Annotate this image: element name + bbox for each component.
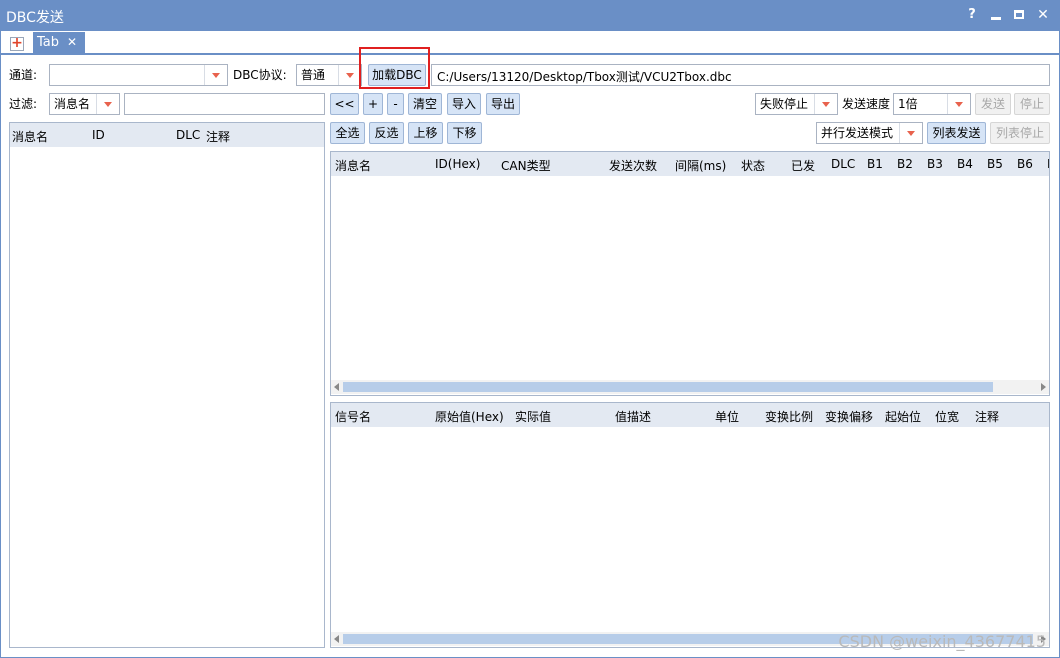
plus-icon: + — [11, 35, 23, 51]
chevron-down-icon — [814, 94, 837, 114]
remove-button[interactable]: - — [387, 93, 404, 115]
minimize-icon — [991, 17, 1001, 20]
column-header: ID — [92, 128, 105, 142]
chevron-down-icon — [899, 123, 922, 143]
chevron-down-icon — [338, 65, 361, 85]
send-mode-select[interactable]: 并行发送模式 — [816, 122, 923, 144]
column-header: 变换比例 — [765, 410, 814, 424]
clear-button[interactable]: 清空 — [408, 93, 442, 115]
column-header: ID(Hex) — [435, 157, 481, 171]
signal-table[interactable]: 信号名 原始值(Hex) 实际值 值描述 单位 变换比例 变换偏移 起始位 位宽… — [330, 402, 1050, 648]
dbc-path-field[interactable]: C:/Users/13120/Desktop/Tbox测试/VCU2Tbox.d… — [431, 64, 1050, 86]
invert-selection-button[interactable]: 反选 — [369, 122, 404, 144]
filter-label: 过滤: — [9, 97, 38, 111]
column-header: 已发 — [791, 159, 816, 173]
column-header: 实际值 — [515, 410, 552, 424]
select-all-button[interactable]: 全选 — [330, 122, 365, 144]
channel-select[interactable] — [49, 64, 228, 86]
tab-label: Tab — [37, 35, 60, 50]
column-header: B5 — [987, 157, 1003, 171]
move-up-button[interactable]: 上移 — [408, 122, 443, 144]
title-bar: DBC发送 ? ✕ — [0, 0, 1060, 31]
export-button[interactable]: 导出 — [486, 93, 520, 115]
channel-label: 通道: — [9, 68, 38, 82]
table-header: 信号名 原始值(Hex) 实际值 值描述 单位 变换比例 变换偏移 起始位 位宽… — [331, 403, 1049, 427]
column-header: B3 — [927, 157, 943, 171]
column-header: B7 — [1047, 157, 1049, 171]
column-header: 原始值(Hex) — [435, 410, 504, 424]
column-header: 起始位 — [885, 410, 922, 424]
column-header: CAN类型 — [501, 159, 551, 173]
chevron-down-icon — [204, 65, 227, 85]
highlight-box — [359, 47, 430, 89]
maximize-button[interactable] — [1011, 7, 1027, 23]
list-header: 消息名 ID DLC 注释 — [10, 123, 324, 147]
scroll-right-icon[interactable] — [1041, 383, 1046, 391]
horizontal-scrollbar[interactable] — [331, 380, 1049, 394]
watermark: CSDN @weixin_43677415 — [838, 632, 1046, 651]
column-header: 位宽 — [935, 410, 960, 424]
back-button[interactable]: << — [330, 93, 359, 115]
column-header: 变换偏移 — [825, 410, 874, 424]
stop-button[interactable]: 停止 — [1014, 93, 1050, 115]
send-button[interactable]: 发送 — [975, 93, 1011, 115]
tab-item[interactable]: Tab ✕ — [33, 32, 85, 54]
add-tab-button[interactable]: + — [10, 35, 24, 51]
column-header: 状态 — [741, 159, 766, 173]
message-send-table[interactable]: 消息名 ID(Hex) CAN类型 发送次数 间隔(ms) 状态 已发 DLC … — [330, 151, 1050, 396]
column-header: DLC — [176, 128, 201, 142]
column-header: 值描述 — [615, 410, 652, 424]
maximize-icon — [1014, 10, 1024, 19]
chevron-down-icon — [96, 94, 119, 114]
protocol-label: DBC协议: — [233, 68, 287, 82]
minimize-button[interactable] — [988, 7, 1004, 23]
column-header: 单位 — [715, 410, 740, 424]
protocol-select[interactable]: 普通 — [296, 64, 362, 86]
column-header: B1 — [867, 157, 883, 171]
scroll-left-icon[interactable] — [334, 383, 339, 391]
list-send-button[interactable]: 列表发送 — [927, 122, 986, 144]
speed-select[interactable]: 1倍 — [893, 93, 971, 115]
help-button[interactable]: ? — [964, 7, 980, 23]
column-header: B6 — [1017, 157, 1033, 171]
column-header: 消息名 — [12, 130, 49, 144]
table-header: 消息名 ID(Hex) CAN类型 发送次数 间隔(ms) 状态 已发 DLC … — [331, 152, 1049, 176]
import-button[interactable]: 导入 — [447, 93, 481, 115]
column-header: 消息名 — [335, 159, 372, 173]
list-stop-button[interactable]: 列表停止 — [990, 122, 1050, 144]
move-down-button[interactable]: 下移 — [447, 122, 482, 144]
tab-close-icon[interactable]: ✕ — [67, 35, 77, 49]
chevron-down-icon — [947, 94, 970, 114]
fail-mode-select[interactable]: 失败停止 — [755, 93, 838, 115]
window-title: DBC发送 — [6, 10, 64, 26]
column-header: DLC — [831, 157, 856, 171]
column-header: B2 — [897, 157, 913, 171]
filter-input[interactable] — [124, 93, 325, 115]
add-button[interactable]: + — [363, 93, 383, 115]
dbc-message-list[interactable]: 消息名 ID DLC 注释 — [9, 122, 325, 648]
column-header: 信号名 — [335, 410, 372, 424]
column-header: 间隔(ms) — [675, 159, 727, 173]
column-header: B4 — [957, 157, 973, 171]
column-header: 注释 — [206, 130, 231, 144]
scroll-left-icon[interactable] — [334, 635, 339, 643]
close-button[interactable]: ✕ — [1035, 7, 1051, 23]
column-header: 注释 — [975, 410, 1000, 424]
scrollbar-thumb[interactable] — [343, 382, 993, 392]
tab-strip: + Tab ✕ — [1, 31, 1059, 55]
column-header: 发送次数 — [609, 159, 658, 173]
speed-label: 发送速度 — [842, 97, 891, 111]
filter-field-select[interactable]: 消息名 — [49, 93, 120, 115]
